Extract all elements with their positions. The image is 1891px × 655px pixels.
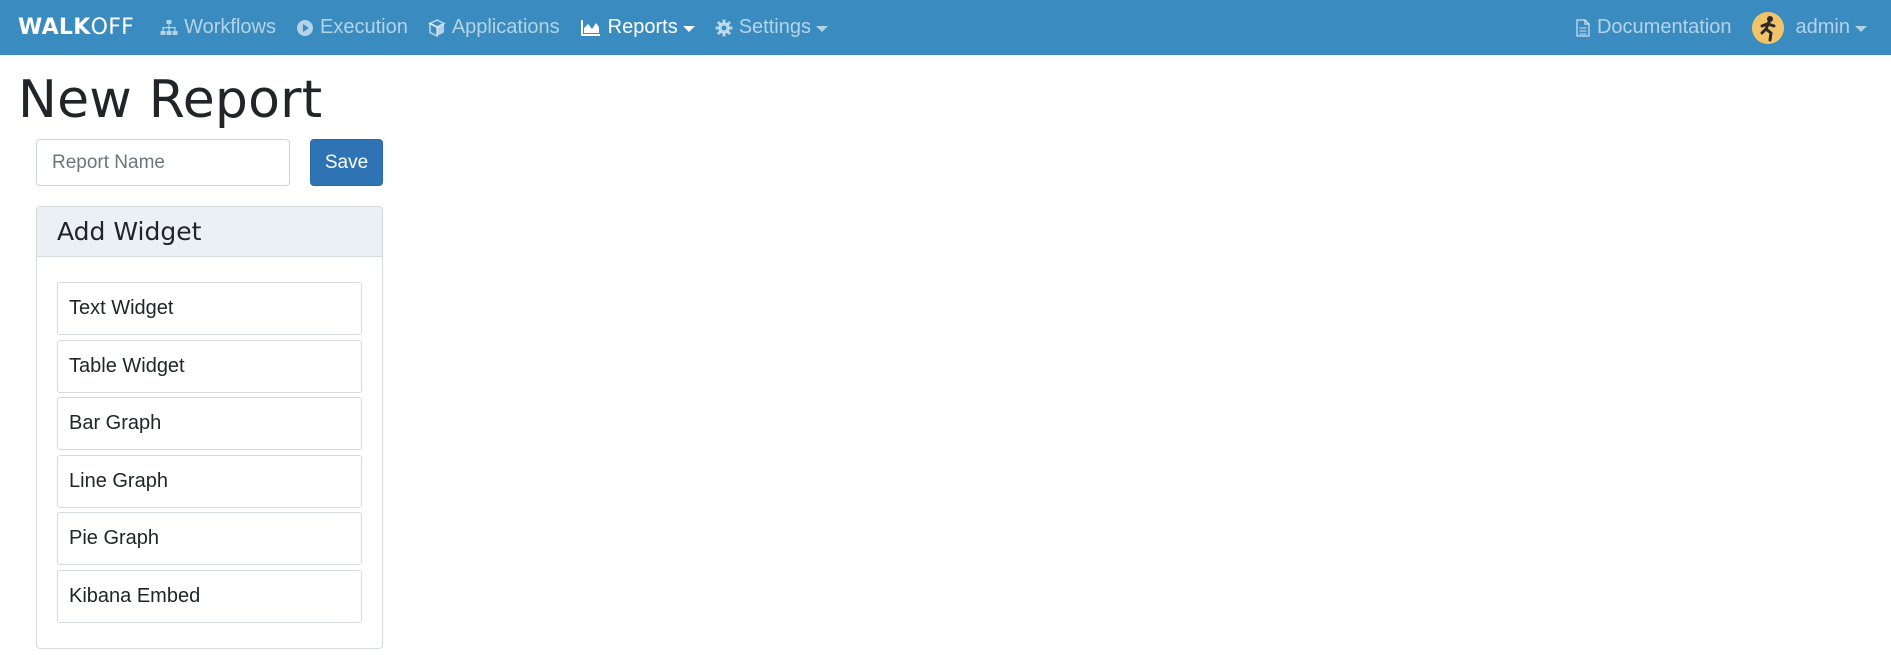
nav-documentation-label: Documentation bbox=[1596, 16, 1732, 38]
sitemap-icon bbox=[160, 19, 178, 35]
widget-option-pie-graph[interactable]: Pie Graph bbox=[57, 512, 362, 566]
nav-applications[interactable]: Applications bbox=[428, 16, 560, 39]
add-widget-title: Add Widget bbox=[37, 207, 382, 257]
nav-right: Documentation admin bbox=[1555, 0, 1867, 55]
nav-applications-label: Applications bbox=[451, 16, 560, 38]
widget-option-bar-graph[interactable]: Bar Graph bbox=[57, 397, 362, 451]
runner-icon bbox=[1751, 11, 1784, 44]
brand-logo[interactable]: WALK OFF bbox=[18, 15, 134, 40]
widget-option-kibana-embed[interactable]: Kibana Embed bbox=[57, 569, 362, 623]
report-name-input[interactable] bbox=[36, 139, 290, 186]
save-button[interactable]: Save bbox=[310, 139, 383, 186]
gear-icon bbox=[715, 19, 733, 36]
avatar bbox=[1751, 11, 1784, 44]
play-circle-icon bbox=[296, 19, 313, 36]
chevron-down-icon bbox=[1855, 25, 1867, 32]
nav-execution[interactable]: Execution bbox=[296, 16, 408, 39]
nav-reports-label: Reports bbox=[607, 16, 678, 38]
brand-light: OFF bbox=[90, 15, 135, 40]
widget-option-line-graph[interactable]: Line Graph bbox=[57, 454, 362, 508]
top-navbar: WALK OFF Workflows Execution Application… bbox=[0, 0, 1891, 55]
nav-workflows[interactable]: Workflows bbox=[160, 16, 276, 39]
file-text-icon bbox=[1576, 18, 1590, 37]
chevron-down-icon bbox=[815, 25, 828, 32]
add-widget-panel: Add Widget Text Widget Table Widget Bar … bbox=[36, 206, 383, 649]
nav-left: WALK OFF Workflows Execution Application… bbox=[18, 15, 848, 40]
nav-reports[interactable]: Reports bbox=[580, 16, 695, 39]
nav-settings-label: Settings bbox=[738, 16, 811, 38]
widget-option-table[interactable]: Table Widget bbox=[57, 339, 362, 393]
nav-documentation[interactable]: Documentation bbox=[1575, 16, 1732, 39]
cube-icon bbox=[428, 18, 446, 37]
area-chart-icon bbox=[580, 19, 600, 36]
page-title: New Report bbox=[18, 70, 323, 130]
brand-bold: WALK bbox=[18, 15, 91, 40]
user-menu[interactable]: admin bbox=[1751, 11, 1867, 44]
chevron-down-icon bbox=[682, 25, 695, 32]
widget-list: Text Widget Table Widget Bar Graph Line … bbox=[37, 257, 382, 623]
widget-option-text[interactable]: Text Widget bbox=[57, 282, 362, 335]
nav-settings[interactable]: Settings bbox=[715, 16, 828, 39]
nav-execution-label: Execution bbox=[319, 16, 408, 38]
nav-workflows-label: Workflows bbox=[184, 16, 276, 38]
user-name-label: admin bbox=[1795, 16, 1850, 38]
